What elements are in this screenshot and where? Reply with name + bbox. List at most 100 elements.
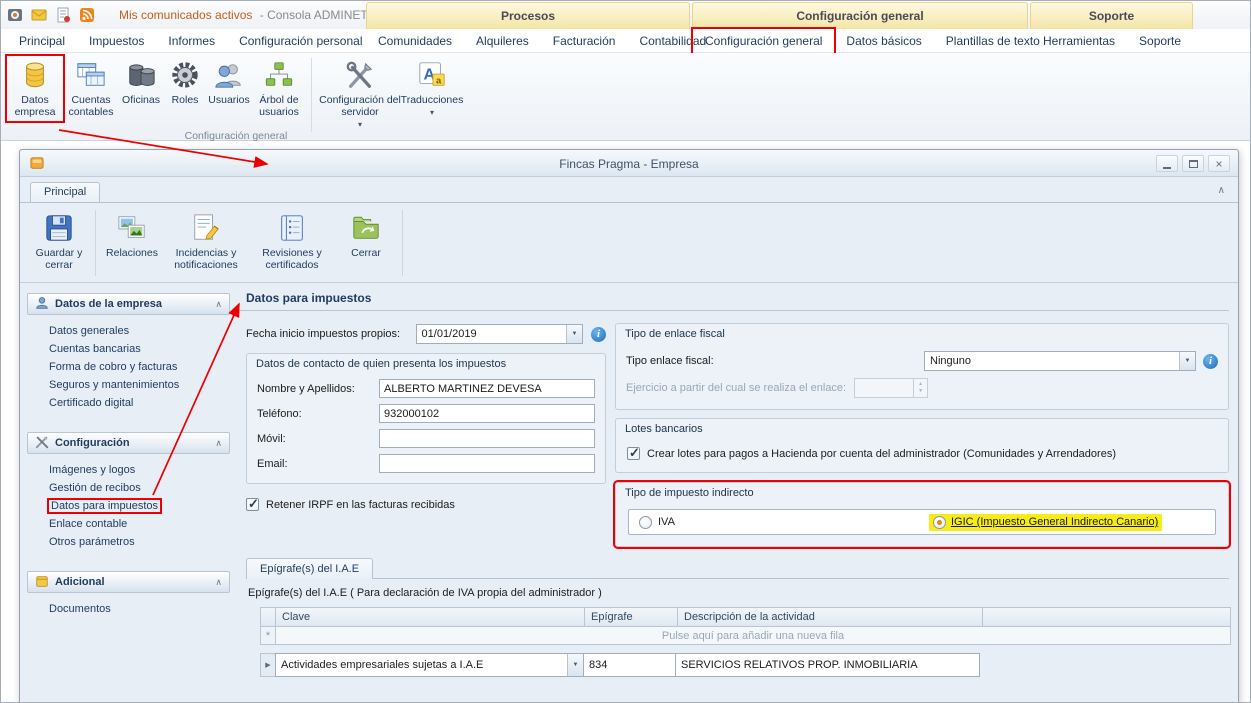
- collapse-ribbon-icon[interactable]: ∧: [1218, 185, 1225, 196]
- radio-igic[interactable]: IGIC (Impuesto General Indirecto Canario…: [929, 514, 1162, 531]
- tab-alquileres[interactable]: Alquileres: [464, 29, 541, 53]
- column-header-epigrafe[interactable]: Epígrafe: [585, 607, 678, 627]
- cuentas-contables-button[interactable]: Cuentas contables: [63, 56, 119, 121]
- dialog-titlebar[interactable]: Fincas Pragma - Empresa ×: [20, 150, 1238, 177]
- group-title: Datos de la empresa: [55, 298, 162, 310]
- app-logo-icon[interactable]: [6, 6, 23, 23]
- tab-herramientas[interactable]: Herramientas: [1031, 29, 1127, 53]
- minimize-button[interactable]: [1156, 155, 1178, 172]
- revisiones-y-certificados-button[interactable]: Revisiones y certificados: [249, 208, 335, 275]
- tab-comunidades[interactable]: Comunidades: [366, 29, 464, 53]
- nav-group-header-adicional[interactable]: Adicional ∧: [27, 571, 230, 593]
- info-icon[interactable]: i: [591, 327, 606, 342]
- right-column: Tipo de enlace fiscal Tipo enlace fiscal…: [615, 323, 1229, 547]
- contextual-group-soporte[interactable]: Soporte: [1030, 2, 1193, 29]
- telefono-field[interactable]: [379, 404, 595, 423]
- info-icon[interactable]: i: [1203, 354, 1218, 369]
- oficinas-button[interactable]: Oficinas: [119, 56, 163, 109]
- dialog-toolbar: Guardar y cerrar Relaciones Incidencias …: [20, 203, 1238, 283]
- telefono-label: Teléfono:: [257, 408, 379, 420]
- sidebar-item-cuentas-bancarias[interactable]: Cuentas bancarias: [27, 340, 230, 358]
- clave-cell-combo[interactable]: Actividades empresariales sujetas a I.A.…: [275, 653, 584, 677]
- movil-field[interactable]: [379, 429, 595, 448]
- tab-soporte[interactable]: Soporte: [1127, 29, 1193, 53]
- button-label: Incidencias y notificaciones: [168, 247, 244, 271]
- retener-irpf-checkbox[interactable]: [246, 498, 259, 511]
- nombre-field[interactable]: [379, 379, 595, 398]
- chevron-down-icon[interactable]: ▼: [567, 654, 583, 676]
- incidencias-y-notificaciones-button[interactable]: Incidencias y notificaciones: [163, 208, 249, 275]
- spin-up-icon: ▲: [918, 381, 923, 388]
- toolbar-separator: [95, 210, 96, 276]
- sidebar-item-gestion-recibos[interactable]: Gestión de recibos: [27, 479, 230, 497]
- sidebar-item-datos-para-impuestos[interactable]: Datos para impuestos: [27, 497, 230, 515]
- column-header-clave[interactable]: Clave: [276, 607, 585, 627]
- iae-tab[interactable]: Epígrafe(s) del I.A.E: [246, 558, 373, 579]
- column-header-descripcion[interactable]: Descripción de la actividad: [678, 607, 983, 627]
- sidebar-item-certificado-digital[interactable]: Certificado digital: [27, 394, 230, 412]
- relaciones-button[interactable]: Relaciones: [101, 208, 163, 263]
- roles-button[interactable]: Roles: [163, 56, 207, 109]
- radio-iva[interactable]: IVA: [639, 516, 929, 529]
- crear-lotes-checkbox[interactable]: [627, 447, 640, 460]
- contextual-group-procesos[interactable]: Procesos: [366, 2, 690, 29]
- column-header-empty: [983, 607, 1231, 627]
- main-panel: Datos para impuestos Fecha inicio impues…: [238, 291, 1229, 677]
- tab-principal[interactable]: Principal: [7, 29, 77, 53]
- new-row-prompt[interactable]: Pulse aquí para añadir una nueva fila: [276, 626, 1231, 645]
- page-title: Datos para impuestos: [238, 291, 1229, 311]
- close-button[interactable]: ×: [1208, 155, 1230, 172]
- tab-facturacion[interactable]: Facturación: [541, 29, 628, 53]
- tab-impuestos[interactable]: Impuestos: [77, 29, 156, 53]
- sidebar-item-documentos[interactable]: Documentos: [27, 600, 230, 618]
- traducciones-button[interactable]: Aa Traducciones ▾: [404, 56, 460, 120]
- sidebar-item-forma-de-cobro[interactable]: Forma de cobro y facturas: [27, 358, 230, 376]
- configuracion-del-servidor-button[interactable]: Configuración del servidor ▾: [316, 56, 404, 132]
- sidebar-item-datos-generales[interactable]: Datos generales: [27, 322, 230, 340]
- radio-iva-label: IVA: [658, 516, 675, 528]
- contextual-group-configuracion-general[interactable]: Configuración general: [692, 2, 1028, 29]
- sidebar-item-imagenes-logos[interactable]: Imágenes y logos: [27, 461, 230, 479]
- epigrafe-cell[interactable]: 834: [583, 653, 676, 677]
- sidebar-item-otros-parametros[interactable]: Otros parámetros: [27, 533, 230, 551]
- dialog-tab-principal[interactable]: Principal: [30, 182, 100, 202]
- photos-icon: [117, 212, 147, 244]
- maximize-button[interactable]: [1182, 155, 1204, 172]
- radio-icon[interactable]: [933, 516, 946, 529]
- iae-body: Epígrafe(s) del I.A.E ( Para declaración…: [246, 578, 1229, 677]
- chevron-down-icon[interactable]: ▼: [1179, 352, 1195, 370]
- spinner-buttons[interactable]: ▲▼: [913, 379, 927, 397]
- radio-icon[interactable]: [639, 516, 652, 529]
- nav-items: Datos generales Cuentas bancarias Forma …: [27, 315, 230, 426]
- mail-icon[interactable]: [30, 6, 47, 23]
- sidebar-item-seguros[interactable]: Seguros y mantenimientos: [27, 376, 230, 394]
- cerrar-button[interactable]: Cerrar: [335, 208, 397, 263]
- usuarios-button[interactable]: Usuarios: [207, 56, 251, 109]
- feed-icon[interactable]: [78, 6, 95, 23]
- iae-grid: Clave Epígrafe Descripción de la activid…: [260, 607, 1231, 677]
- translate-icon: Aa: [417, 59, 447, 91]
- window-title-primary: Mis comunicados activos: [119, 8, 252, 22]
- nav-group-header-datos-empresa[interactable]: Datos de la empresa ∧: [27, 293, 230, 315]
- ejercicio-spinner[interactable]: ▲▼: [854, 378, 928, 398]
- sidebar-item-enlace-contable[interactable]: Enlace contable: [27, 515, 230, 533]
- datos-empresa-button[interactable]: Datos empresa: [7, 56, 63, 121]
- nav-group-header-configuracion[interactable]: Configuración ∧: [27, 432, 230, 454]
- fecha-inicio-combo[interactable]: 01/01/2019 ▼: [416, 324, 583, 344]
- descripcion-cell[interactable]: SERVICIOS RELATIVOS PROP. INMOBILIARIA: [675, 653, 980, 677]
- guardar-y-cerrar-button[interactable]: Guardar y cerrar: [28, 208, 90, 275]
- tipo-impuesto-options: IVA IGIC (Impuesto General Indirecto Can…: [628, 509, 1216, 535]
- document-note-icon[interactable]: [54, 6, 71, 23]
- email-field[interactable]: [379, 454, 595, 473]
- arbol-de-usuarios-button[interactable]: Árbol de usuarios: [251, 56, 307, 121]
- iae-caption: Epígrafe(s) del I.A.E ( Para declaración…: [248, 587, 1229, 599]
- combo-value: 01/01/2019: [417, 328, 566, 340]
- tab-informes[interactable]: Informes: [156, 29, 227, 53]
- grid-new-row[interactable]: * Pulse aquí para añadir una nueva fila: [260, 626, 1231, 645]
- tab-configuracion-general[interactable]: Configuración general: [693, 29, 834, 53]
- tab-configuracion-personal[interactable]: Configuración personal: [227, 29, 374, 53]
- chevron-down-icon[interactable]: ▼: [566, 325, 582, 343]
- tab-datos-basicos[interactable]: Datos básicos: [834, 29, 933, 53]
- tipo-enlace-combo[interactable]: Ninguno ▼: [924, 351, 1196, 371]
- ribbon-group-configuracion-general: Datos empresa Cuentas contables Oficinas…: [1, 53, 1250, 141]
